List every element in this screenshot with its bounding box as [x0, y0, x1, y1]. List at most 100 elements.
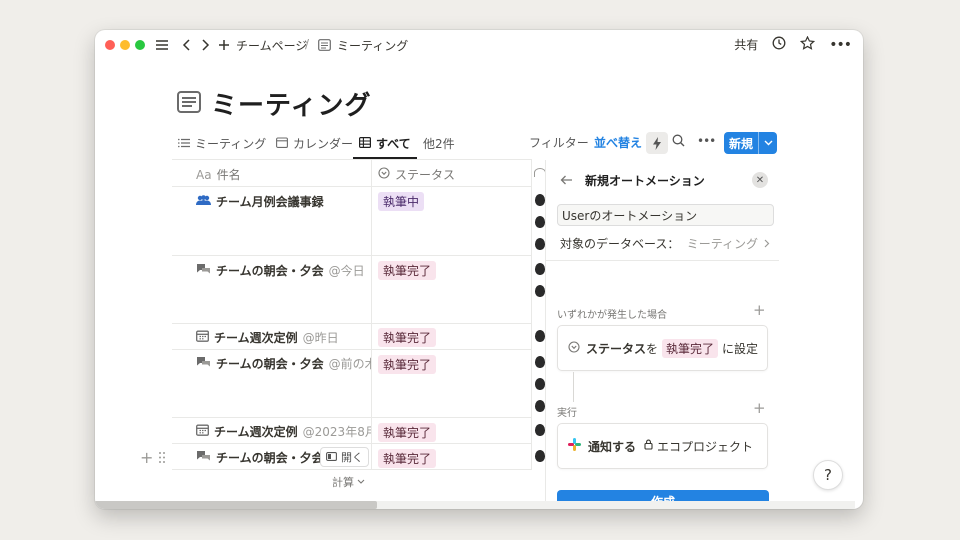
tab-meeting-list[interactable]: ミーティング: [178, 135, 266, 152]
table-row-title[interactable]: チーム週次定例 @2023年8月2: [196, 423, 371, 440]
breadcrumb-current[interactable]: ミーティング: [337, 37, 408, 54]
add-trigger-icon[interactable]: +: [753, 301, 766, 319]
database-table: Aa 件名 ステータス チーム月例会議事録 執筆中 チームの朝会・夕会 @今日 …: [172, 159, 532, 489]
menu-icon[interactable]: [153, 36, 171, 54]
share-button[interactable]: 共有: [734, 36, 758, 53]
status-badge[interactable]: 執筆完了: [378, 423, 437, 442]
calculate-button[interactable]: 計算: [332, 474, 365, 490]
avatar[interactable]: [535, 330, 545, 342]
panel-title: 新規オートメーション: [585, 174, 705, 188]
avatar[interactable]: [535, 285, 545, 297]
avatar[interactable]: [535, 450, 545, 462]
avatar[interactable]: [535, 216, 545, 228]
history-icon[interactable]: [772, 36, 786, 53]
minimize-window-button[interactable]: [120, 40, 130, 50]
status-badge[interactable]: 執筆完了: [378, 328, 437, 347]
row-title-text: チームの朝会・夕会: [216, 264, 324, 278]
view-options-icon[interactable]: •••: [697, 134, 716, 148]
tab-label: すべて: [376, 137, 411, 151]
automation-bolt-icon[interactable]: [646, 132, 668, 154]
trigger-section-label: いずれかが発生した場合: [557, 310, 667, 321]
avatar[interactable]: [535, 194, 545, 206]
new-button-label: 新規: [728, 136, 753, 151]
table-row-title[interactable]: チーム月例会議事録: [196, 193, 324, 210]
target-database-label: 対象のデータベース：: [560, 237, 680, 251]
chat-icon: [196, 450, 211, 465]
new-button[interactable]: 新規: [724, 132, 777, 154]
drag-handle-icon[interactable]: [158, 449, 166, 468]
avatar[interactable]: [535, 378, 545, 390]
panel-header: 新規オートメーション: [560, 172, 705, 189]
horizontal-scrollbar[interactable]: [95, 501, 855, 509]
target-database-value: ミーティング: [686, 237, 758, 251]
tab-label: カレンダー: [293, 137, 354, 151]
table-row-title[interactable]: チーム週次定例 @昨日: [196, 329, 339, 346]
add-action-icon[interactable]: +: [753, 399, 766, 417]
avatar[interactable]: [535, 263, 545, 275]
chevron-down-icon[interactable]: [759, 138, 777, 149]
automation-name-input[interactable]: Userのオートメーション: [557, 204, 774, 226]
avatar[interactable]: [535, 238, 545, 250]
avatar[interactable]: [535, 424, 545, 436]
tab-label: ミーティング: [195, 137, 267, 151]
back-arrow-icon[interactable]: [560, 174, 573, 188]
target-database-row[interactable]: 対象のデータベース： ミーティング: [560, 235, 770, 252]
column-header-name[interactable]: Aa 件名: [196, 166, 241, 183]
sort-button[interactable]: 並べ替え: [594, 134, 642, 151]
status-badge[interactable]: 執筆中: [378, 192, 425, 211]
open-label: 開く: [341, 451, 363, 464]
trigger-status-value: 執筆完了: [662, 338, 719, 358]
status-badge[interactable]: 執筆完了: [378, 261, 437, 280]
open-row-button[interactable]: 開く: [320, 447, 369, 467]
close-icon[interactable]: ✕: [752, 172, 768, 188]
table-row-title[interactable]: チームの朝会・夕会 @今日: [196, 262, 365, 279]
calendar-icon: [196, 424, 209, 439]
lock-icon: [644, 439, 653, 453]
app-window: チームページ / ミーティング 共有 ••• ミーティング ミーティング カレン…: [95, 30, 863, 509]
list-icon: [178, 137, 190, 151]
add-row-icon[interactable]: +: [140, 448, 153, 467]
row-title-text: チーム月例会議事録: [216, 195, 324, 209]
page-title: ミーティング: [211, 91, 372, 121]
row-title-text: チームの朝会・夕会: [216, 357, 324, 371]
automation-name-value: Userのオートメーション: [562, 208, 698, 223]
maximize-window-button[interactable]: [135, 40, 145, 50]
add-icon[interactable]: [215, 36, 233, 54]
avatar[interactable]: [535, 356, 545, 368]
filter-button[interactable]: フィルター: [529, 134, 589, 151]
status-badge[interactable]: 執筆完了: [378, 355, 437, 374]
breadcrumb-parent[interactable]: チームページ: [236, 37, 307, 54]
action-card[interactable]: 通知する エコプロジェクト: [557, 423, 768, 469]
action-verb: 通知する: [588, 439, 637, 454]
row-title-text: チームの朝会・夕会: [216, 451, 324, 465]
row-title-text: チーム週次定例: [214, 331, 298, 345]
side-peek-icon: [326, 451, 337, 464]
action-section-label: 実行: [557, 408, 577, 419]
more-icon[interactable]: •••: [829, 37, 852, 53]
table-row-title[interactable]: チームの朝会・夕会: [196, 449, 324, 466]
star-icon[interactable]: [800, 35, 816, 53]
row-date-mention: @昨日: [302, 331, 339, 345]
page-doc-icon: [315, 36, 333, 54]
scrollbar-thumb[interactable]: [95, 501, 377, 509]
column-header-status[interactable]: ステータス: [378, 166, 455, 183]
row-date-mention: @2023年8月2: [302, 425, 371, 439]
help-button[interactable]: ?: [813, 460, 843, 490]
chevron-right-icon: [764, 239, 770, 248]
trigger-particle: を: [646, 341, 659, 356]
table-row-title[interactable]: チームの朝会・夕会 @前の木曜: [196, 355, 371, 372]
tab-all[interactable]: すべて: [359, 135, 411, 152]
back-icon[interactable]: [178, 36, 196, 54]
status-badge[interactable]: 執筆完了: [378, 449, 437, 468]
tab-more[interactable]: 他2件: [423, 135, 455, 152]
close-window-button[interactable]: [105, 40, 115, 50]
tab-calendar[interactable]: カレンダー: [276, 135, 353, 152]
row-title-text: チーム週次定例: [214, 425, 298, 439]
avatar[interactable]: [535, 400, 545, 412]
action-target: エコプロジェクト: [657, 439, 754, 454]
search-icon[interactable]: [672, 134, 685, 150]
forward-icon[interactable]: [196, 36, 214, 54]
status-type-icon: [378, 167, 390, 182]
trigger-card[interactable]: ステータス を 執筆完了 に設定: [557, 325, 768, 371]
page-doc-icon: [177, 90, 201, 117]
